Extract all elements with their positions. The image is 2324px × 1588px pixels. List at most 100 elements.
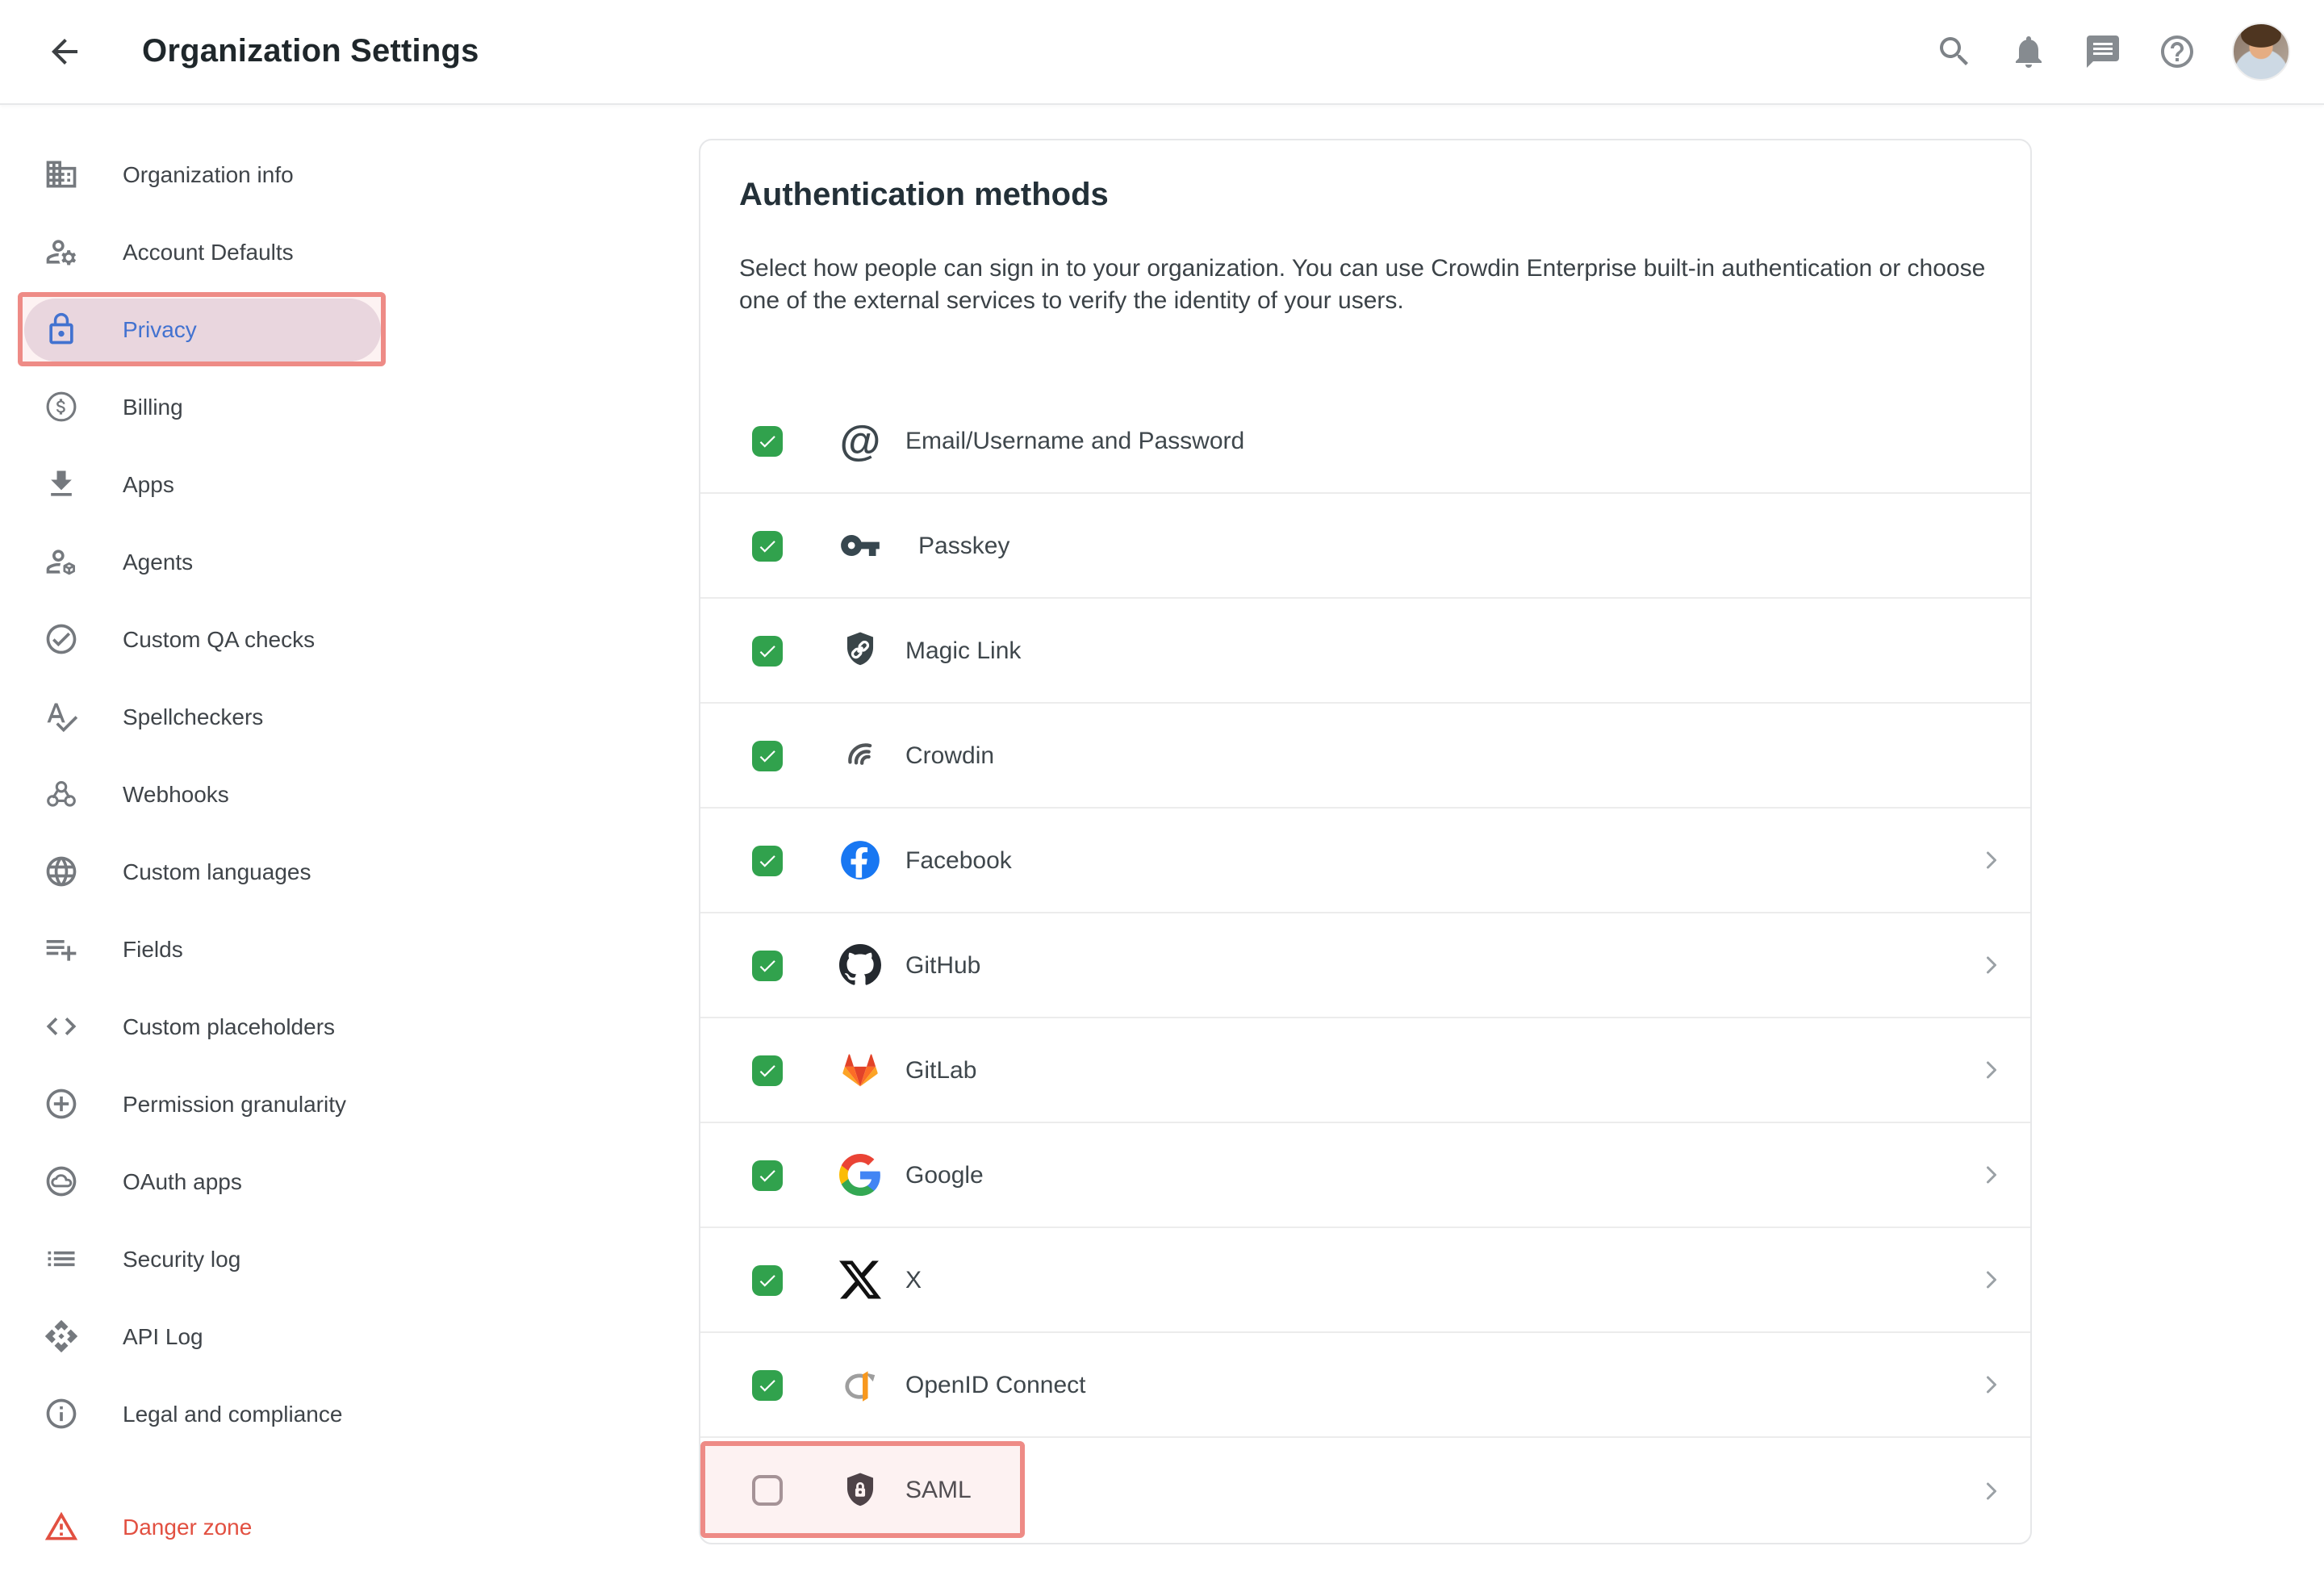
card-header: Authentication methods Select how people… — [700, 140, 2030, 318]
auth-method-row-gitlab[interactable]: GitLab — [700, 1018, 2030, 1123]
user-avatar[interactable] — [2232, 23, 2290, 81]
chevron-right-icon[interactable] — [1977, 846, 2006, 875]
sidebar-item-label: Spellcheckers — [123, 704, 263, 729]
authentication-methods-card: Authentication methods Select how people… — [699, 139, 2032, 1544]
sidebar-item-label: Custom placeholders — [123, 1013, 335, 1039]
auth-method-row-google[interactable]: Google — [700, 1123, 2030, 1228]
sidebar-item-organization-info[interactable]: Organization info — [0, 136, 678, 213]
sidebar-item-account-defaults[interactable]: Account Defaults — [0, 213, 678, 290]
card-title: Authentication methods — [739, 176, 1992, 215]
sidebar-item-label: Billing — [123, 394, 183, 420]
chevron-right-icon[interactable] — [1977, 951, 2006, 980]
checkbox-checked[interactable] — [752, 1055, 783, 1085]
topbar-icon-strip — [1935, 0, 2324, 103]
sidebar-item-privacy[interactable]: Privacy — [0, 290, 678, 368]
sidebar-item-apps[interactable]: Apps — [0, 445, 678, 523]
page-title: Organization Settings — [142, 0, 479, 103]
sidebar-item-webhooks[interactable]: Webhooks — [0, 755, 678, 833]
checkbox-checked[interactable] — [752, 425, 783, 456]
card-description: Select how people can sign in to your or… — [739, 253, 1992, 318]
chevron-right-icon[interactable] — [1977, 1055, 2006, 1084]
help-icon[interactable] — [2158, 32, 2197, 71]
sidebar-item-legal-and-compliance[interactable]: Legal and compliance — [0, 1375, 678, 1452]
checkbox-checked[interactable] — [752, 1264, 783, 1295]
check-circle-icon — [44, 621, 79, 657]
checkbox-checked[interactable] — [752, 530, 783, 561]
chevron-right-icon[interactable] — [1977, 1160, 2006, 1189]
sidebar-item-agents[interactable]: Agents — [0, 523, 678, 600]
auth-method-label: Magic Link — [905, 637, 1021, 664]
info-circle-icon — [44, 1396, 79, 1431]
sidebar-item-permission-granularity[interactable]: Permission granularity — [0, 1065, 678, 1143]
gitlab-icon — [838, 1047, 883, 1093]
shield-link-icon — [838, 628, 883, 673]
auth-method-label: Crowdin — [905, 742, 994, 769]
auth-method-row-github[interactable]: GitHub — [700, 913, 2030, 1018]
checkbox-checked[interactable] — [752, 950, 783, 980]
auth-method-label: Facebook — [905, 846, 1012, 874]
auth-method-label: OpenID Connect — [905, 1371, 1085, 1398]
auth-method-row-openid-connect[interactable]: OpenID Connect — [700, 1333, 2030, 1438]
auth-method-row-magic-link[interactable]: Magic Link — [700, 599, 2030, 704]
cloud-circle-icon — [44, 1164, 79, 1199]
sidebar-item-label: Webhooks — [123, 781, 229, 807]
notifications-icon[interactable] — [2009, 32, 2048, 71]
top-bar: Organization Settings — [0, 0, 2324, 105]
sidebar-item-security-log[interactable]: Security log — [0, 1220, 678, 1298]
sidebar-item-custom-placeholders[interactable]: Custom placeholders — [0, 988, 678, 1065]
sidebar-item-oauth-apps[interactable]: OAuth apps — [0, 1143, 678, 1220]
checkbox-checked[interactable] — [752, 1369, 783, 1400]
auth-method-label: GitLab — [905, 1056, 976, 1084]
auth-method-label: X — [905, 1266, 922, 1293]
sidebar-item-label: Custom languages — [123, 859, 311, 884]
auth-method-row-facebook[interactable]: Facebook — [700, 809, 2030, 913]
google-icon — [838, 1152, 883, 1197]
plus-circle-icon — [44, 1086, 79, 1122]
organization-settings-page: Organization Settings Organization info … — [0, 0, 2324, 1588]
auth-method-label: Google — [905, 1161, 984, 1189]
x-icon — [838, 1257, 883, 1302]
checkbox-checked[interactable] — [752, 1160, 783, 1190]
sidebar-item-custom-languages[interactable]: Custom languages — [0, 833, 678, 910]
settings-sidebar: Organization info Account Defaults Priva… — [0, 103, 678, 1565]
chevron-right-icon[interactable] — [1977, 1476, 2006, 1505]
auth-method-list: @ Email/Username and Password Passkey Ma… — [700, 389, 2030, 1543]
sidebar-item-fields[interactable]: Fields — [0, 910, 678, 988]
sidebar-item-label: Permission granularity — [123, 1091, 346, 1117]
webhook-icon — [44, 776, 79, 812]
back-button[interactable] — [45, 32, 84, 71]
checkbox-checked[interactable] — [752, 845, 783, 875]
facebook-icon — [838, 838, 883, 883]
sidebar-item-spellcheckers[interactable]: Spellcheckers — [0, 678, 678, 755]
user-cube-icon — [44, 544, 79, 579]
spellcheck-icon — [44, 699, 79, 734]
crowdin-icon — [838, 733, 883, 778]
auth-method-label: Passkey — [918, 532, 1009, 559]
api-icon — [44, 1318, 79, 1354]
lock-icon — [44, 311, 79, 347]
sidebar-item-label: Fields — [123, 936, 183, 962]
checkbox-unchecked[interactable] — [752, 1475, 783, 1506]
checkbox-checked[interactable] — [752, 635, 783, 666]
messages-icon[interactable] — [2084, 32, 2122, 71]
auth-method-row-email-username-password[interactable]: @ Email/Username and Password — [700, 389, 2030, 494]
sidebar-item-label: Agents — [123, 549, 193, 575]
chevron-right-icon[interactable] — [1977, 1370, 2006, 1399]
checkbox-checked[interactable] — [752, 740, 783, 771]
sidebar-item-billing[interactable]: Billing — [0, 368, 678, 445]
building-icon — [44, 157, 79, 192]
auth-method-label: GitHub — [905, 951, 980, 979]
sidebar-item-api-log[interactable]: API Log — [0, 1298, 678, 1375]
auth-method-row-passkey[interactable]: Passkey — [700, 494, 2030, 599]
auth-method-row-saml[interactable]: SAML — [700, 1438, 2030, 1543]
sidebar-item-label: OAuth apps — [123, 1168, 242, 1194]
chevron-right-icon[interactable] — [1977, 1265, 2006, 1294]
search-icon[interactable] — [1935, 32, 1974, 71]
sidebar-item-custom-qa-checks[interactable]: Custom QA checks — [0, 600, 678, 678]
sidebar-item-danger-zone[interactable]: Danger zone — [0, 1488, 678, 1565]
list-icon — [44, 1241, 79, 1277]
openid-icon — [838, 1362, 883, 1407]
warning-icon — [44, 1509, 79, 1544]
auth-method-row-x[interactable]: X — [700, 1228, 2030, 1333]
auth-method-row-crowdin[interactable]: Crowdin — [700, 704, 2030, 809]
